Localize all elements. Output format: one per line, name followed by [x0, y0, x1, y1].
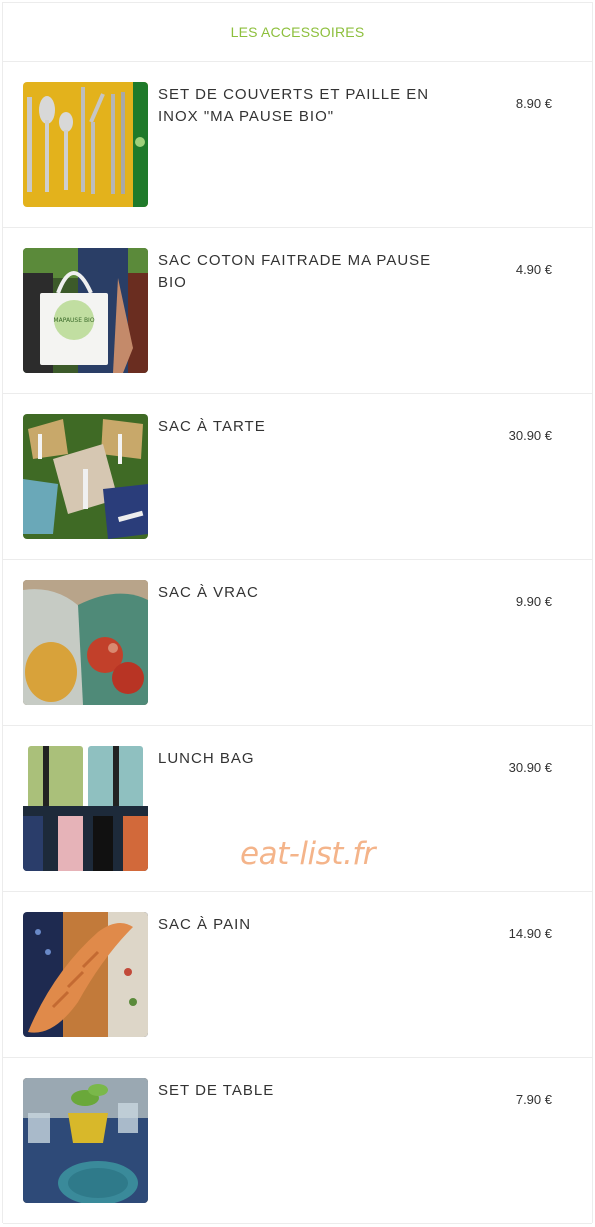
svg-text:MAPAUSE BIO: MAPAUSE BIO	[53, 317, 94, 324]
section-title: LES ACCESSOIRES	[230, 24, 365, 40]
item-price: 14.90 €	[508, 926, 552, 941]
item-name: SAC COTON FAITRADE MA PAUSE BIO	[158, 252, 432, 291]
placemat-photo	[23, 1078, 148, 1203]
item-name: SAC À PAIN	[158, 916, 252, 933]
item-price: 9.90 €	[515, 594, 552, 609]
watermark-text: eat-list.fr	[240, 836, 375, 872]
item-price: 30.90 €	[508, 760, 552, 775]
pie-bag-photo	[23, 414, 148, 539]
item-price: 30.90 €	[508, 428, 552, 443]
item-price: 7.90 €	[515, 1092, 552, 1107]
cutlery-set-photo	[23, 82, 148, 207]
item-name: SAC À VRAC	[158, 584, 259, 601]
menu-item[interactable]: SET DE COUVERTS ET PAILLE EN INOX "MA PA…	[3, 62, 592, 228]
bulk-bag-photo	[23, 580, 148, 705]
item-price: 8.90 €	[515, 96, 552, 111]
item-name: SET DE TABLE	[158, 1082, 275, 1099]
item-name: LUNCH BAG	[158, 750, 255, 767]
menu-item[interactable]: SET DE TABLE 7.90 €	[3, 1058, 592, 1224]
menu-item[interactable]: SAC À VRAC 9.90 €	[3, 560, 592, 726]
menu-item[interactable]: MAPAUSE BIO SAC COTON FAITRADE MA PAUSE …	[3, 228, 592, 394]
menu-section: LES ACCESSOIRES SET DE COUVERTS ET PAILL…	[2, 2, 593, 1224]
item-name: SET DE COUVERTS ET PAILLE EN INOX "MA PA…	[158, 86, 430, 125]
bread-bag-photo	[23, 912, 148, 1037]
item-name: SAC À TARTE	[158, 418, 266, 435]
lunch-bag-photo	[23, 746, 148, 871]
menu-item[interactable]: SAC À TARTE 30.90 €	[3, 394, 592, 560]
menu-item[interactable]: SAC À PAIN 14.90 €	[3, 892, 592, 1058]
tote-bag-photo: MAPAUSE BIO	[23, 248, 148, 373]
section-header: LES ACCESSOIRES	[3, 2, 592, 62]
item-price: 4.90 €	[515, 262, 552, 277]
